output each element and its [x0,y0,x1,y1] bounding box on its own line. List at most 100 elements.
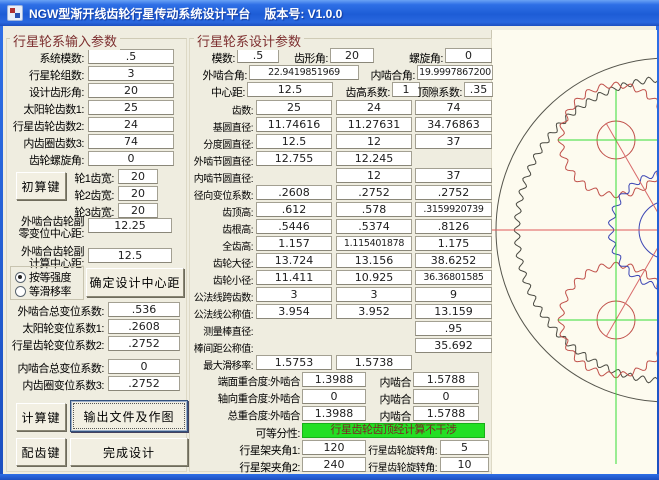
row-label: 基圆直径: [185,119,253,134]
width2-input[interactable]: 20 [118,186,158,201]
window-title: NGW型渐开线齿轮行星传动系统设计平台 [29,5,250,22]
helix-angle-box[interactable]: 0 [445,48,492,63]
pitch-dia-ring-box[interactable]: 37 [415,134,492,149]
row-label: 行星架夹角2: [190,459,300,475]
dedendum-ring-box[interactable]: .8126 [415,219,492,234]
axial-overlap-int-box[interactable]: 0 [413,389,479,404]
whole-depth-sun-box[interactable]: 1.157 [256,236,332,251]
external-mesh-angle-box[interactable]: 22.9419851969 [249,65,359,80]
center-distance-box[interactable]: 12.5 [247,82,333,97]
sun-shift-coef-input[interactable]: .2608 [108,319,180,334]
base-dia-ring-box[interactable]: 34.76863 [415,117,492,132]
gear-drawing-area [491,30,657,474]
span-width-ring-box[interactable]: 13.159 [415,304,492,319]
pitch-dia-sun-box[interactable]: 12.5 [256,134,332,149]
radial-shift-ring-box[interactable]: .2752 [415,185,492,200]
span-teeth-planet-box[interactable]: 3 [336,287,412,302]
span-teeth-ring-box[interactable]: 9 [415,287,492,302]
dedendum-planet-box[interactable]: .5374 [336,219,412,234]
calc-center-distance-input[interactable]: 12.5 [88,248,172,263]
helix-angle-input[interactable]: 0 [88,151,174,166]
gear-match-button[interactable]: 配齿键 [16,438,66,466]
confirm-center-distance-button[interactable]: 确定设计中心距 [86,268,184,297]
span-teeth-sun-box[interactable]: 3 [256,287,332,302]
profile-angle-box[interactable]: 20 [330,48,374,63]
ext-total-shift-coef-input[interactable]: .536 [108,302,180,317]
root-dia-ring-box[interactable]: 36.36801585 [415,270,492,285]
ring-teeth-input[interactable]: 74 [88,134,174,149]
row-label: 公法线跨齿数: [185,289,253,304]
root-dia-planet-box[interactable]: 10.925 [336,270,412,285]
modulus-box[interactable]: .5 [237,48,279,63]
ext-working-dia-planet-box[interactable]: 12.245 [336,151,412,166]
pressure-angle-input[interactable]: 20 [88,83,174,98]
outer-dia-ring-box[interactable]: 38.6252 [415,253,492,268]
field-label: 行星轮组数: [0,67,84,83]
whole-depth-ring-box[interactable]: 1.175 [415,236,492,251]
max-slip-sun-box[interactable]: 1.5753 [256,355,332,370]
planet-rotation2-box[interactable]: 10 [440,457,489,472]
pitch-dia-planet-box[interactable]: 12 [336,134,412,149]
output-file-draw-button[interactable]: 输出文件及作图 [70,400,188,432]
radio-equal-slip[interactable]: 等滑移率 [15,283,71,299]
planet-rotation1-box[interactable]: 5 [440,440,489,455]
row-label: 分度圆直径: [185,136,253,151]
int-total-shift-coef-input[interactable]: 0 [108,359,180,374]
radial-shift-planet-box[interactable]: .2752 [336,185,412,200]
teeth-ring-box[interactable]: 74 [415,100,492,115]
ext-working-dia-sun-box[interactable]: 12.755 [256,151,332,166]
sun-teeth-input[interactable]: 25 [88,100,174,115]
addendum-planet-box[interactable]: .578 [336,202,412,217]
span-width-sun-box[interactable]: 3.954 [256,304,332,319]
row-label: 行星齿轮旋转角: [357,459,437,474]
total-overlap-int-box[interactable]: 1.5788 [413,406,479,421]
teeth-planet-box[interactable]: 24 [336,100,412,115]
int-working-dia-planet-box[interactable]: 12 [336,168,412,183]
app-icon [7,5,23,21]
int-working-dia-ring-box[interactable]: 37 [415,168,492,183]
planet-teeth-input[interactable]: 24 [88,117,174,132]
face-overlap-int-box[interactable]: 1.5788 [413,372,479,387]
dedendum-sun-box[interactable]: .5446 [256,219,332,234]
field-label: 内齿圈齿数3: [0,135,84,151]
field-label: 中心距: [195,84,245,100]
axial-overlap-ext-box[interactable]: 0 [302,389,366,404]
planet-count-input[interactable]: 3 [88,66,174,81]
row-label: 径向变位系数: [185,187,253,202]
outer-dia-planet-box[interactable]: 13.156 [336,253,412,268]
zero-shift-center-distance-input[interactable]: 12.25 [88,218,172,233]
total-overlap-ext-box[interactable]: 1.3988 [302,406,366,421]
outer-dia-sun-box[interactable]: 13.724 [256,253,332,268]
base-dia-planet-box[interactable]: 11.27631 [336,117,412,132]
pin-distance-ring-box[interactable]: 35.692 [415,338,492,353]
base-dia-sun-box[interactable]: 11.74616 [256,117,332,132]
calculate-button[interactable]: 计算键 [16,403,66,431]
window-border-bottom [0,474,659,480]
field-label: 内啮合角: [357,67,415,83]
width1-input[interactable]: 20 [118,169,158,184]
clearance-coef-box[interactable]: .35 [464,82,493,97]
internal-mesh-angle-box[interactable]: 19.9997867200 [417,65,493,80]
row-label: 行星架夹角1: [190,442,300,458]
field-label: 行星齿轮变位系数2: [0,337,104,353]
field-label: 内啮合总变位系数: [0,360,104,376]
whole-depth-planet-box[interactable]: 1.115401878 [336,236,412,251]
finish-design-button[interactable]: 完成设计 [70,438,188,466]
root-dia-sun-box[interactable]: 11.411 [256,270,332,285]
span-width-planet-box[interactable]: 3.952 [336,304,412,319]
addendum-ring-box[interactable]: .3159920739 [415,202,492,217]
max-slip-planet-box[interactable]: 1.5738 [336,355,412,370]
system-modulus-input[interactable]: .5 [88,49,174,64]
ring-shift-coef-input[interactable]: .2752 [108,376,180,391]
teeth-sun-box[interactable]: 25 [256,100,332,115]
planet-shift-coef-input[interactable]: .2752 [108,336,180,351]
row-label: 外啮节圆直径: [185,153,253,168]
radial-shift-sun-box[interactable]: .2608 [256,185,332,200]
addendum-sun-box[interactable]: .612 [256,202,332,217]
gear-diagram [492,30,657,474]
row-label: 可等分性: [190,425,300,441]
face-overlap-ext-box[interactable]: 1.3988 [302,372,366,387]
width3-input[interactable]: 20 [118,203,158,218]
pin-dia-ring-box[interactable]: .95 [415,321,492,336]
row-label: 轴向重合度:外啮合 [190,391,300,406]
